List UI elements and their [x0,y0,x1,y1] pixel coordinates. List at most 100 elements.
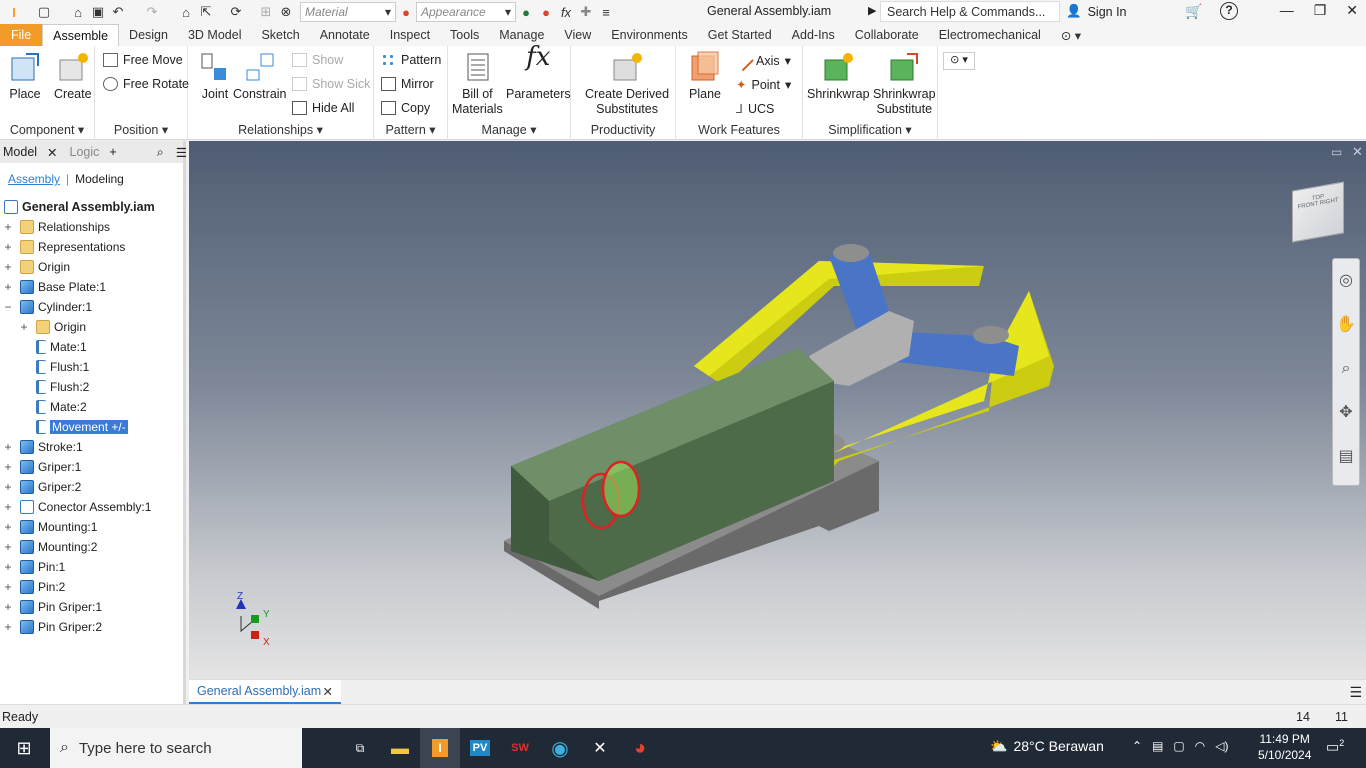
home-icon[interactable]: ⌂ [176,2,196,22]
clear-appearance-icon[interactable]: ● [536,2,556,22]
show-button[interactable]: Show [292,53,343,67]
tab-annotate[interactable]: Annotate [310,24,380,46]
panel-relationships-title[interactable]: Relationships ▾ [188,122,373,137]
expand-toggle-icon[interactable]: + [3,520,13,534]
restore-icon[interactable]: ❐ [1314,2,1327,19]
edge-browser-icon[interactable]: ◉ [540,728,580,768]
solidworks-app-icon[interactable]: SW [500,728,540,768]
subtab-modeling[interactable]: Modeling [75,172,124,186]
tree-item[interactable]: Relationships [20,217,110,237]
help-icon[interactable]: ? [1220,2,1238,20]
free-rotate-button[interactable]: Free Rotate [103,77,189,91]
tab-design[interactable]: Design [119,24,178,46]
create-button[interactable]: Create [54,50,92,102]
tree-item[interactable]: Mounting:1 [20,517,97,537]
add-tab-icon[interactable]: + [109,145,116,159]
tree-item[interactable]: Pin Griper:1 [20,597,102,617]
pin-griper-1[interactable] [833,244,869,262]
ucs-button[interactable]: ⅃ UCS [736,101,774,117]
tab-tools[interactable]: Tools [440,24,489,46]
save-icon[interactable]: ▣ [88,2,108,22]
expand-toggle-icon[interactable]: + [3,560,13,574]
panel-simplification-title[interactable]: Simplification ▾ [803,122,937,137]
appearance-select[interactable]: Appearance ▾ [416,2,516,22]
shrinkwrap-substitute-button[interactable]: Shrinkwrap Substitute [873,50,936,117]
tab-list-icon[interactable]: ☰ [1349,684,1362,701]
select-icon[interactable]: ⇱ [196,2,216,22]
tab-get-started[interactable]: Get Started [698,24,782,46]
update-icon[interactable]: ⟳ [226,2,246,22]
panel-manage-title[interactable]: Manage ▾ [448,122,570,137]
tree-item[interactable]: Griper:1 [20,457,81,477]
expand-toggle-icon[interactable]: + [3,600,13,614]
clock[interactable]: 11:49 PM 5/10/2024 [1258,731,1311,763]
graphics-window[interactable]: TOP FRONT RIGHT ▭ ✕ ◎ ✋ ⌕ ✥ ▤ Z Y X [189,141,1366,679]
wifi-icon[interactable]: ◠ [1195,739,1205,753]
expand-toggle-icon[interactable]: + [3,620,13,634]
expand-toggle-icon[interactable]: − [3,300,13,314]
open-icon[interactable]: ⌂ [68,2,88,22]
redo-icon[interactable]: ↷ [142,2,162,22]
meet-icon[interactable]: ▢ [1173,739,1184,753]
tab-model[interactable]: Model [3,145,37,159]
pin-griper-2[interactable] [973,326,1009,344]
mirror-button[interactable]: Mirror [381,77,434,91]
tree-item[interactable]: Mounting:2 [20,537,97,557]
tree-item[interactable]: Stroke:1 [20,437,83,457]
weather-widget[interactable]: ⛅ 28°C Berawan [990,738,1104,755]
excel-app-icon[interactable]: ✕ [580,728,620,768]
customize-icon[interactable]: ≡ [596,2,616,22]
pv-app-icon[interactable]: PV [460,728,500,768]
document-tab[interactable]: General Assembly.iam ✕ [189,680,341,704]
steering-wheel-icon[interactable]: ◎ [1333,259,1359,303]
expand-toggle-icon[interactable]: + [3,540,13,554]
tree-item[interactable]: Mate:2 [36,397,87,417]
ribbon-options-icon[interactable]: ⊙ ▾ [1051,24,1091,46]
app-logo-icon[interactable]: I [4,2,24,22]
cart-icon[interactable]: 🛒 [1185,3,1202,20]
viewcube[interactable]: TOP FRONT RIGHT [1292,181,1344,243]
shrinkwrap-button[interactable]: Shrinkwrap [807,50,870,102]
tree-item[interactable]: Origin [36,317,86,337]
constrain-button[interactable]: Constrain [233,50,287,102]
material-select[interactable]: Material ▾ [300,2,396,22]
point-button[interactable]: ✦ Point ▾ [736,77,791,93]
tree-root[interactable]: General Assembly.iam [4,197,155,217]
tab-add-ins[interactable]: Add-Ins [782,24,845,46]
look-at-icon[interactable]: ▤ [1333,435,1359,479]
tree-item[interactable]: Pin Griper:2 [20,617,102,637]
create-derived-substitutes-button[interactable]: Create Derived Substitutes [585,50,669,117]
place-button[interactable]: Place [8,50,42,102]
search-icon[interactable]: ⌕ [157,145,164,160]
tab-collaborate[interactable]: Collaborate [845,24,929,46]
network-icon[interactable]: ▤ [1152,739,1163,753]
close-icon[interactable]: ✕ [47,145,57,160]
expand-toggle-icon[interactable]: + [3,260,13,274]
panel-component-title[interactable]: Component ▾ [0,122,94,137]
show-sick-button[interactable]: Show Sick [292,77,370,91]
chrome-browser-icon[interactable]: ◕ [620,728,660,768]
tab-environments[interactable]: Environments [601,24,697,46]
tab-logic[interactable]: Logic [70,145,100,159]
close-icon[interactable]: ✕ [1346,2,1358,19]
panel-pattern-title[interactable]: Pattern ▾ [374,122,447,137]
expand-toggle-icon[interactable]: + [3,280,13,294]
tree-item[interactable]: Griper:2 [20,477,81,497]
volume-icon[interactable]: ◁) [1215,739,1228,753]
tree-item[interactable]: Flush:2 [36,377,89,397]
subtab-assembly[interactable]: Assembly [8,172,60,186]
new-icon[interactable]: ▢ [34,2,54,22]
expand-toggle-icon[interactable]: + [3,580,13,594]
close-icon[interactable]: ✕ [323,684,333,699]
tree-item[interactable]: Base Plate:1 [20,277,106,297]
expand-toggle-icon[interactable]: + [3,240,13,254]
tree-item[interactable]: Flush:1 [36,357,89,377]
tree-item[interactable]: Cylinder:1 [20,297,92,317]
bill-of-materials-button[interactable]: Bill of Materials [452,50,503,117]
tab-view[interactable]: View [554,24,601,46]
expand-toggle-icon[interactable]: + [3,220,13,234]
parameters-button[interactable]: fx Parameters [506,44,571,102]
undo-icon[interactable]: ↶ [108,2,128,22]
inventor-app-icon[interactable]: I [420,728,460,768]
pan-icon[interactable]: ✋ [1333,303,1359,347]
